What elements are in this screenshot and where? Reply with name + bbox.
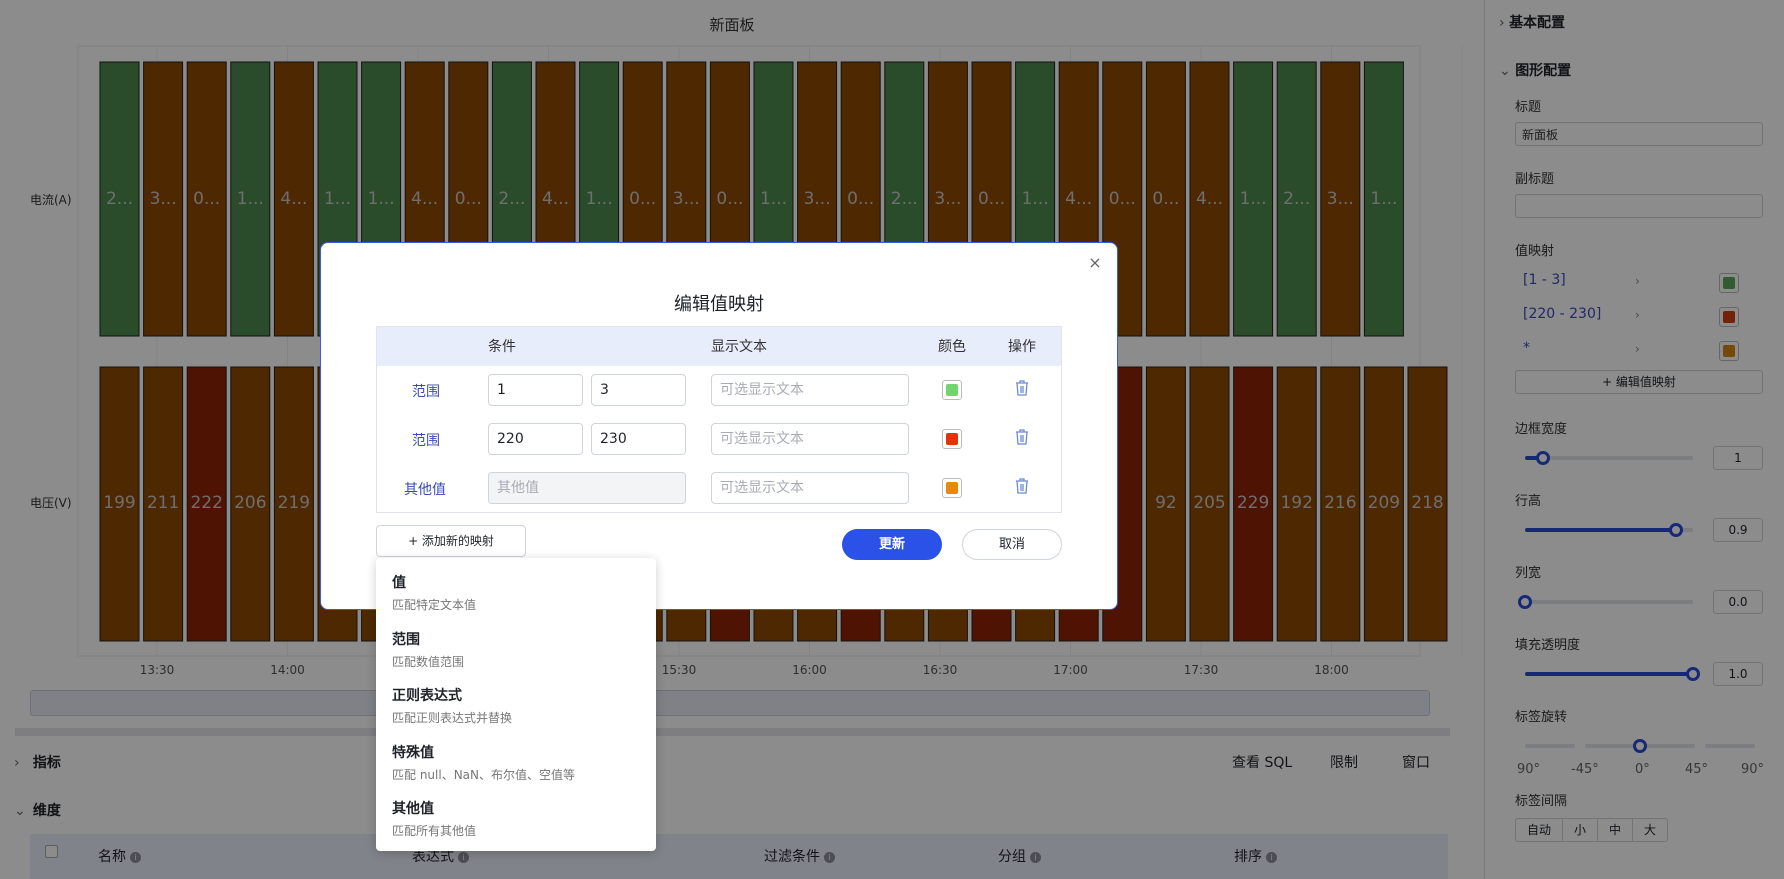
range-to-input[interactable]: 230 [591, 423, 686, 455]
dropdown-item-value[interactable]: 值匹配特定文本值 [392, 572, 476, 613]
mapping-type-dropdown: 值匹配特定文本值 范围 匹配数值范围 正则表达式 匹配正则表达式并替换 特殊值 匹配 … [376, 558, 656, 851]
dropdown-item-regex[interactable]: 正则表达式 匹配正则表达式并替换 [392, 685, 512, 726]
display-text-input[interactable]: 可选显示文本 [711, 472, 909, 504]
trash-icon[interactable] [1014, 379, 1030, 397]
dialog-title: 编辑值映射 [674, 294, 764, 315]
cancel-button[interactable]: 取消 [962, 529, 1062, 560]
range-from-input[interactable]: 1 [488, 374, 583, 406]
display-text-input[interactable]: 可选显示文本 [711, 423, 909, 455]
add-mapping-button[interactable]: + 添加新的映射 [376, 525, 526, 557]
dropdown-item-range[interactable]: 范围 匹配数值范围 [392, 629, 464, 670]
header-condition: 条件 [488, 339, 516, 355]
header-color: 颜色 [938, 339, 966, 355]
color-picker-button[interactable] [942, 429, 962, 449]
dropdown-item-other[interactable]: 其他值 匹配所有其他值 [392, 798, 476, 839]
dropdown-item-special[interactable]: 特殊值 匹配 null、NaN、布尔值、空值等 [392, 742, 575, 783]
header-display-text: 显示文本 [711, 339, 767, 355]
other-value-input: 其他值 [488, 472, 686, 504]
row-type-other: 其他值 [404, 482, 446, 498]
close-icon[interactable]: × [1086, 254, 1104, 272]
row-type-range: 范围 [412, 384, 440, 400]
header-action: 操作 [1008, 339, 1036, 355]
color-picker-button[interactable] [942, 478, 962, 498]
trash-icon[interactable] [1014, 477, 1030, 495]
display-text-input[interactable]: 可选显示文本 [711, 374, 909, 406]
color-picker-button[interactable] [942, 380, 962, 400]
update-button[interactable]: 更新 [842, 529, 942, 560]
trash-icon[interactable] [1014, 428, 1030, 446]
range-to-input[interactable]: 3 [591, 374, 686, 406]
range-from-input[interactable]: 220 [488, 423, 583, 455]
row-type-range: 范围 [412, 433, 440, 449]
